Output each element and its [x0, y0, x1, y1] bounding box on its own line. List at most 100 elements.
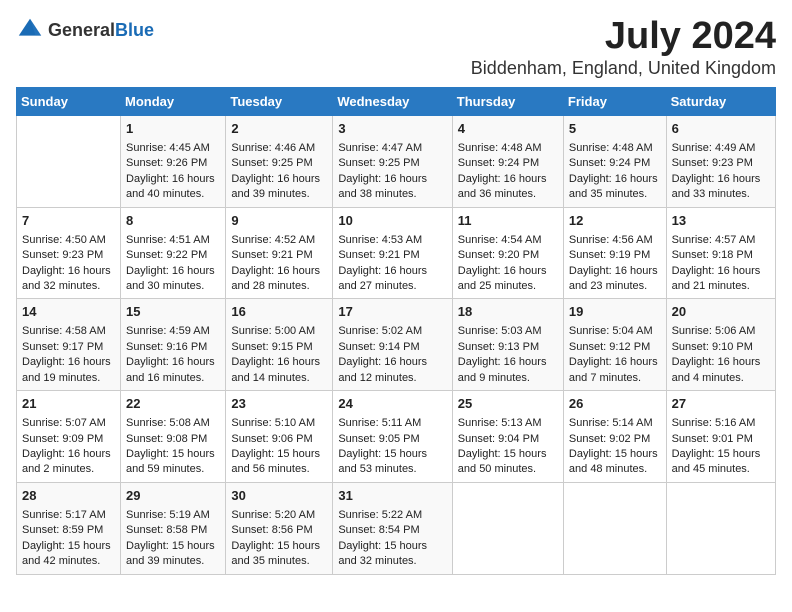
page-header: GeneralBlue July 2024 Biddenham, England…	[16, 16, 776, 79]
calendar-cell: 21Sunrise: 5:07 AMSunset: 9:09 PMDayligh…	[17, 391, 121, 483]
daylight-text: Daylight: 16 hours and 23 minutes.	[569, 264, 661, 295]
daylight-text: Daylight: 15 hours and 35 minutes.	[231, 539, 327, 570]
sunset-text: Sunset: 9:25 PM	[231, 156, 327, 171]
sunset-text: Sunset: 9:10 PM	[672, 340, 770, 355]
day-number: 13	[672, 212, 770, 230]
daylight-text: Daylight: 16 hours and 27 minutes.	[338, 264, 446, 295]
day-number: 6	[672, 120, 770, 138]
day-number: 22	[126, 395, 220, 413]
day-number: 31	[338, 487, 446, 505]
daylight-text: Daylight: 15 hours and 39 minutes.	[126, 539, 220, 570]
logo-text-general: General	[48, 20, 115, 40]
calendar-cell: 16Sunrise: 5:00 AMSunset: 9:15 PMDayligh…	[226, 299, 333, 391]
calendar-cell: 11Sunrise: 4:54 AMSunset: 9:20 PMDayligh…	[452, 207, 563, 299]
sunset-text: Sunset: 9:05 PM	[338, 432, 446, 447]
daylight-text: Daylight: 16 hours and 9 minutes.	[458, 355, 558, 386]
day-number: 1	[126, 120, 220, 138]
day-header-monday: Monday	[121, 87, 226, 115]
calendar-cell: 12Sunrise: 4:56 AMSunset: 9:19 PMDayligh…	[563, 207, 666, 299]
sunrise-text: Sunrise: 5:22 AM	[338, 508, 446, 523]
daylight-text: Daylight: 16 hours and 32 minutes.	[22, 264, 115, 295]
day-number: 16	[231, 303, 327, 321]
sunset-text: Sunset: 9:23 PM	[672, 156, 770, 171]
sunrise-text: Sunrise: 5:07 AM	[22, 416, 115, 431]
calendar-cell	[17, 115, 121, 207]
day-number: 3	[338, 120, 446, 138]
day-number: 7	[22, 212, 115, 230]
sunrise-text: Sunrise: 4:57 AM	[672, 233, 770, 248]
daylight-text: Daylight: 15 hours and 32 minutes.	[338, 539, 446, 570]
day-header-tuesday: Tuesday	[226, 87, 333, 115]
day-number: 8	[126, 212, 220, 230]
sunset-text: Sunset: 9:06 PM	[231, 432, 327, 447]
calendar-week-row: 7Sunrise: 4:50 AMSunset: 9:23 PMDaylight…	[17, 207, 776, 299]
daylight-text: Daylight: 16 hours and 19 minutes.	[22, 355, 115, 386]
calendar-cell	[452, 482, 563, 574]
title-block: July 2024 Biddenham, England, United Kin…	[471, 16, 776, 79]
day-number: 27	[672, 395, 770, 413]
calendar-cell: 13Sunrise: 4:57 AMSunset: 9:18 PMDayligh…	[666, 207, 775, 299]
sunrise-text: Sunrise: 5:03 AM	[458, 324, 558, 339]
day-number: 30	[231, 487, 327, 505]
sunset-text: Sunset: 9:02 PM	[569, 432, 661, 447]
calendar-cell: 28Sunrise: 5:17 AMSunset: 8:59 PMDayligh…	[17, 482, 121, 574]
sunrise-text: Sunrise: 5:20 AM	[231, 508, 327, 523]
day-number: 23	[231, 395, 327, 413]
sunrise-text: Sunrise: 5:16 AM	[672, 416, 770, 431]
day-number: 19	[569, 303, 661, 321]
sunrise-text: Sunrise: 4:58 AM	[22, 324, 115, 339]
daylight-text: Daylight: 16 hours and 12 minutes.	[338, 355, 446, 386]
sunrise-text: Sunrise: 5:02 AM	[338, 324, 446, 339]
sunset-text: Sunset: 9:19 PM	[569, 248, 661, 263]
day-number: 4	[458, 120, 558, 138]
sunrise-text: Sunrise: 5:04 AM	[569, 324, 661, 339]
daylight-text: Daylight: 16 hours and 30 minutes.	[126, 264, 220, 295]
sunset-text: Sunset: 9:18 PM	[672, 248, 770, 263]
calendar-cell: 10Sunrise: 4:53 AMSunset: 9:21 PMDayligh…	[333, 207, 452, 299]
sunrise-text: Sunrise: 4:48 AM	[458, 141, 558, 156]
sunset-text: Sunset: 9:17 PM	[22, 340, 115, 355]
day-header-thursday: Thursday	[452, 87, 563, 115]
calendar-cell: 30 Sunrise: 5:20 AMSunset: 8:56 PMDayligh…	[226, 482, 333, 574]
sunset-text: Sunset: 9:25 PM	[338, 156, 446, 171]
day-number: 15	[126, 303, 220, 321]
calendar-week-row: 21Sunrise: 5:07 AMSunset: 9:09 PMDayligh…	[17, 391, 776, 483]
logo-icon	[16, 16, 44, 44]
daylight-text: Daylight: 15 hours and 48 minutes.	[569, 447, 661, 478]
sunrise-text: Sunrise: 4:54 AM	[458, 233, 558, 248]
sunset-text: Sunset: 8:54 PM	[338, 523, 446, 538]
calendar-header-row: SundayMondayTuesdayWednesdayThursdayFrid…	[17, 87, 776, 115]
sunset-text: Sunset: 9:24 PM	[458, 156, 558, 171]
day-number: 10	[338, 212, 446, 230]
calendar-cell: 14Sunrise: 4:58 AMSunset: 9:17 PMDayligh…	[17, 299, 121, 391]
calendar-cell: 31 Sunrise: 5:22 AMSunset: 8:54 PMDayligh…	[333, 482, 452, 574]
sunset-text: Sunset: 8:58 PM	[126, 523, 220, 538]
sunrise-text: Sunrise: 4:46 AM	[231, 141, 327, 156]
day-number: 12	[569, 212, 661, 230]
sunset-text: Sunset: 8:56 PM	[231, 523, 327, 538]
sunset-text: Sunset: 9:20 PM	[458, 248, 558, 263]
sunrise-text: Sunrise: 4:49 AM	[672, 141, 770, 156]
sunset-text: Sunset: 9:21 PM	[231, 248, 327, 263]
calendar-cell: 9Sunrise: 4:52 AMSunset: 9:21 PMDaylight…	[226, 207, 333, 299]
day-number: 26	[569, 395, 661, 413]
sunrise-text: Sunrise: 5:11 AM	[338, 416, 446, 431]
sunset-text: Sunset: 8:59 PM	[22, 523, 115, 538]
sunrise-text: Sunrise: 4:48 AM	[569, 141, 661, 156]
sunset-text: Sunset: 9:21 PM	[338, 248, 446, 263]
sunset-text: Sunset: 9:08 PM	[126, 432, 220, 447]
calendar-cell: 26Sunrise: 5:14 AMSunset: 9:02 PMDayligh…	[563, 391, 666, 483]
daylight-text: Daylight: 16 hours and 40 minutes.	[126, 172, 220, 203]
sunrise-text: Sunrise: 5:10 AM	[231, 416, 327, 431]
calendar-cell: 25Sunrise: 5:13 AMSunset: 9:04 PMDayligh…	[452, 391, 563, 483]
daylight-text: Daylight: 16 hours and 4 minutes.	[672, 355, 770, 386]
calendar-cell: 3Sunrise: 4:47 AMSunset: 9:25 PMDaylight…	[333, 115, 452, 207]
calendar-cell: 23Sunrise: 5:10 AMSunset: 9:06 PMDayligh…	[226, 391, 333, 483]
calendar-cell: 2Sunrise: 4:46 AMSunset: 9:25 PMDaylight…	[226, 115, 333, 207]
calendar-cell: 18Sunrise: 5:03 AMSunset: 9:13 PMDayligh…	[452, 299, 563, 391]
day-header-wednesday: Wednesday	[333, 87, 452, 115]
calendar-cell: 7Sunrise: 4:50 AMSunset: 9:23 PMDaylight…	[17, 207, 121, 299]
daylight-text: Daylight: 16 hours and 16 minutes.	[126, 355, 220, 386]
daylight-text: Daylight: 16 hours and 39 minutes.	[231, 172, 327, 203]
daylight-text: Daylight: 16 hours and 36 minutes.	[458, 172, 558, 203]
